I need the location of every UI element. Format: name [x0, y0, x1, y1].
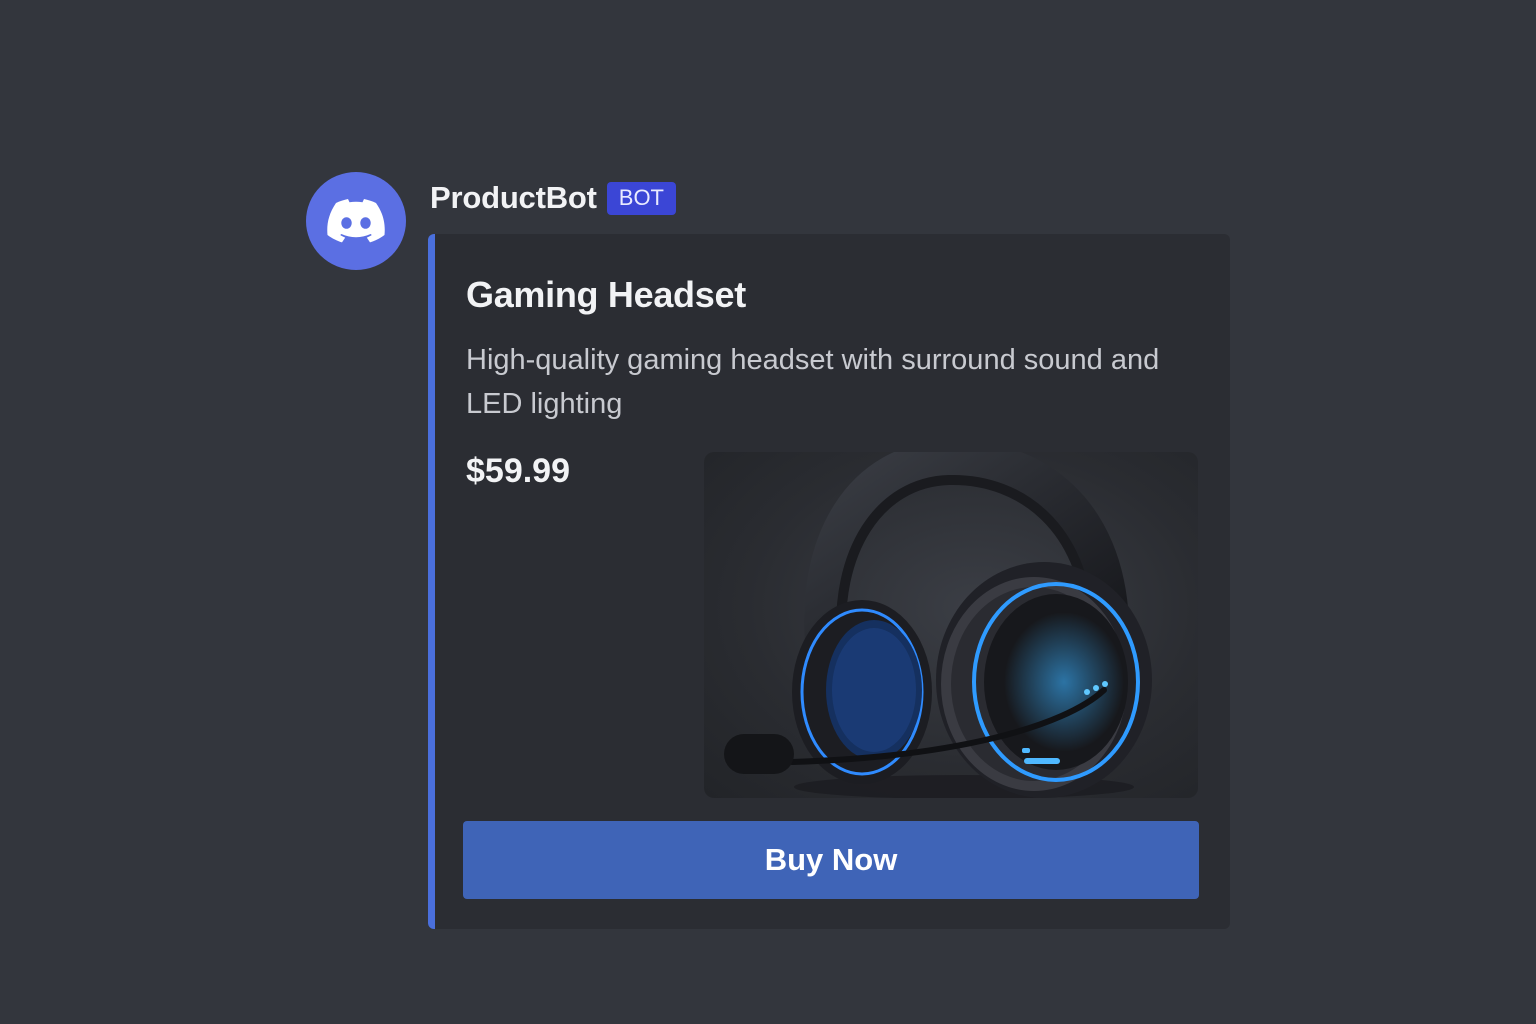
bot-username[interactable]: ProductBot: [430, 180, 597, 216]
discord-logo-icon: [327, 199, 385, 243]
product-embed: Gaming Headset High-quality gaming heads…: [428, 234, 1230, 929]
bot-avatar[interactable]: [306, 172, 406, 270]
buy-now-button[interactable]: Buy Now: [463, 821, 1199, 899]
embed-title: Gaming Headset: [466, 274, 746, 315]
embed-accent-bar: [428, 234, 435, 929]
bot-message: ProductBot BOT Gaming Headset High-quali…: [306, 172, 1236, 932]
gaming-headset-image[interactable]: [704, 452, 1198, 798]
embed-description: High-quality gaming headset with surroun…: [466, 344, 1160, 420]
product-price: $59.99: [466, 452, 570, 490]
bot-tag-badge: BOT: [606, 181, 676, 215]
message-header: ProductBot BOT: [430, 178, 676, 218]
